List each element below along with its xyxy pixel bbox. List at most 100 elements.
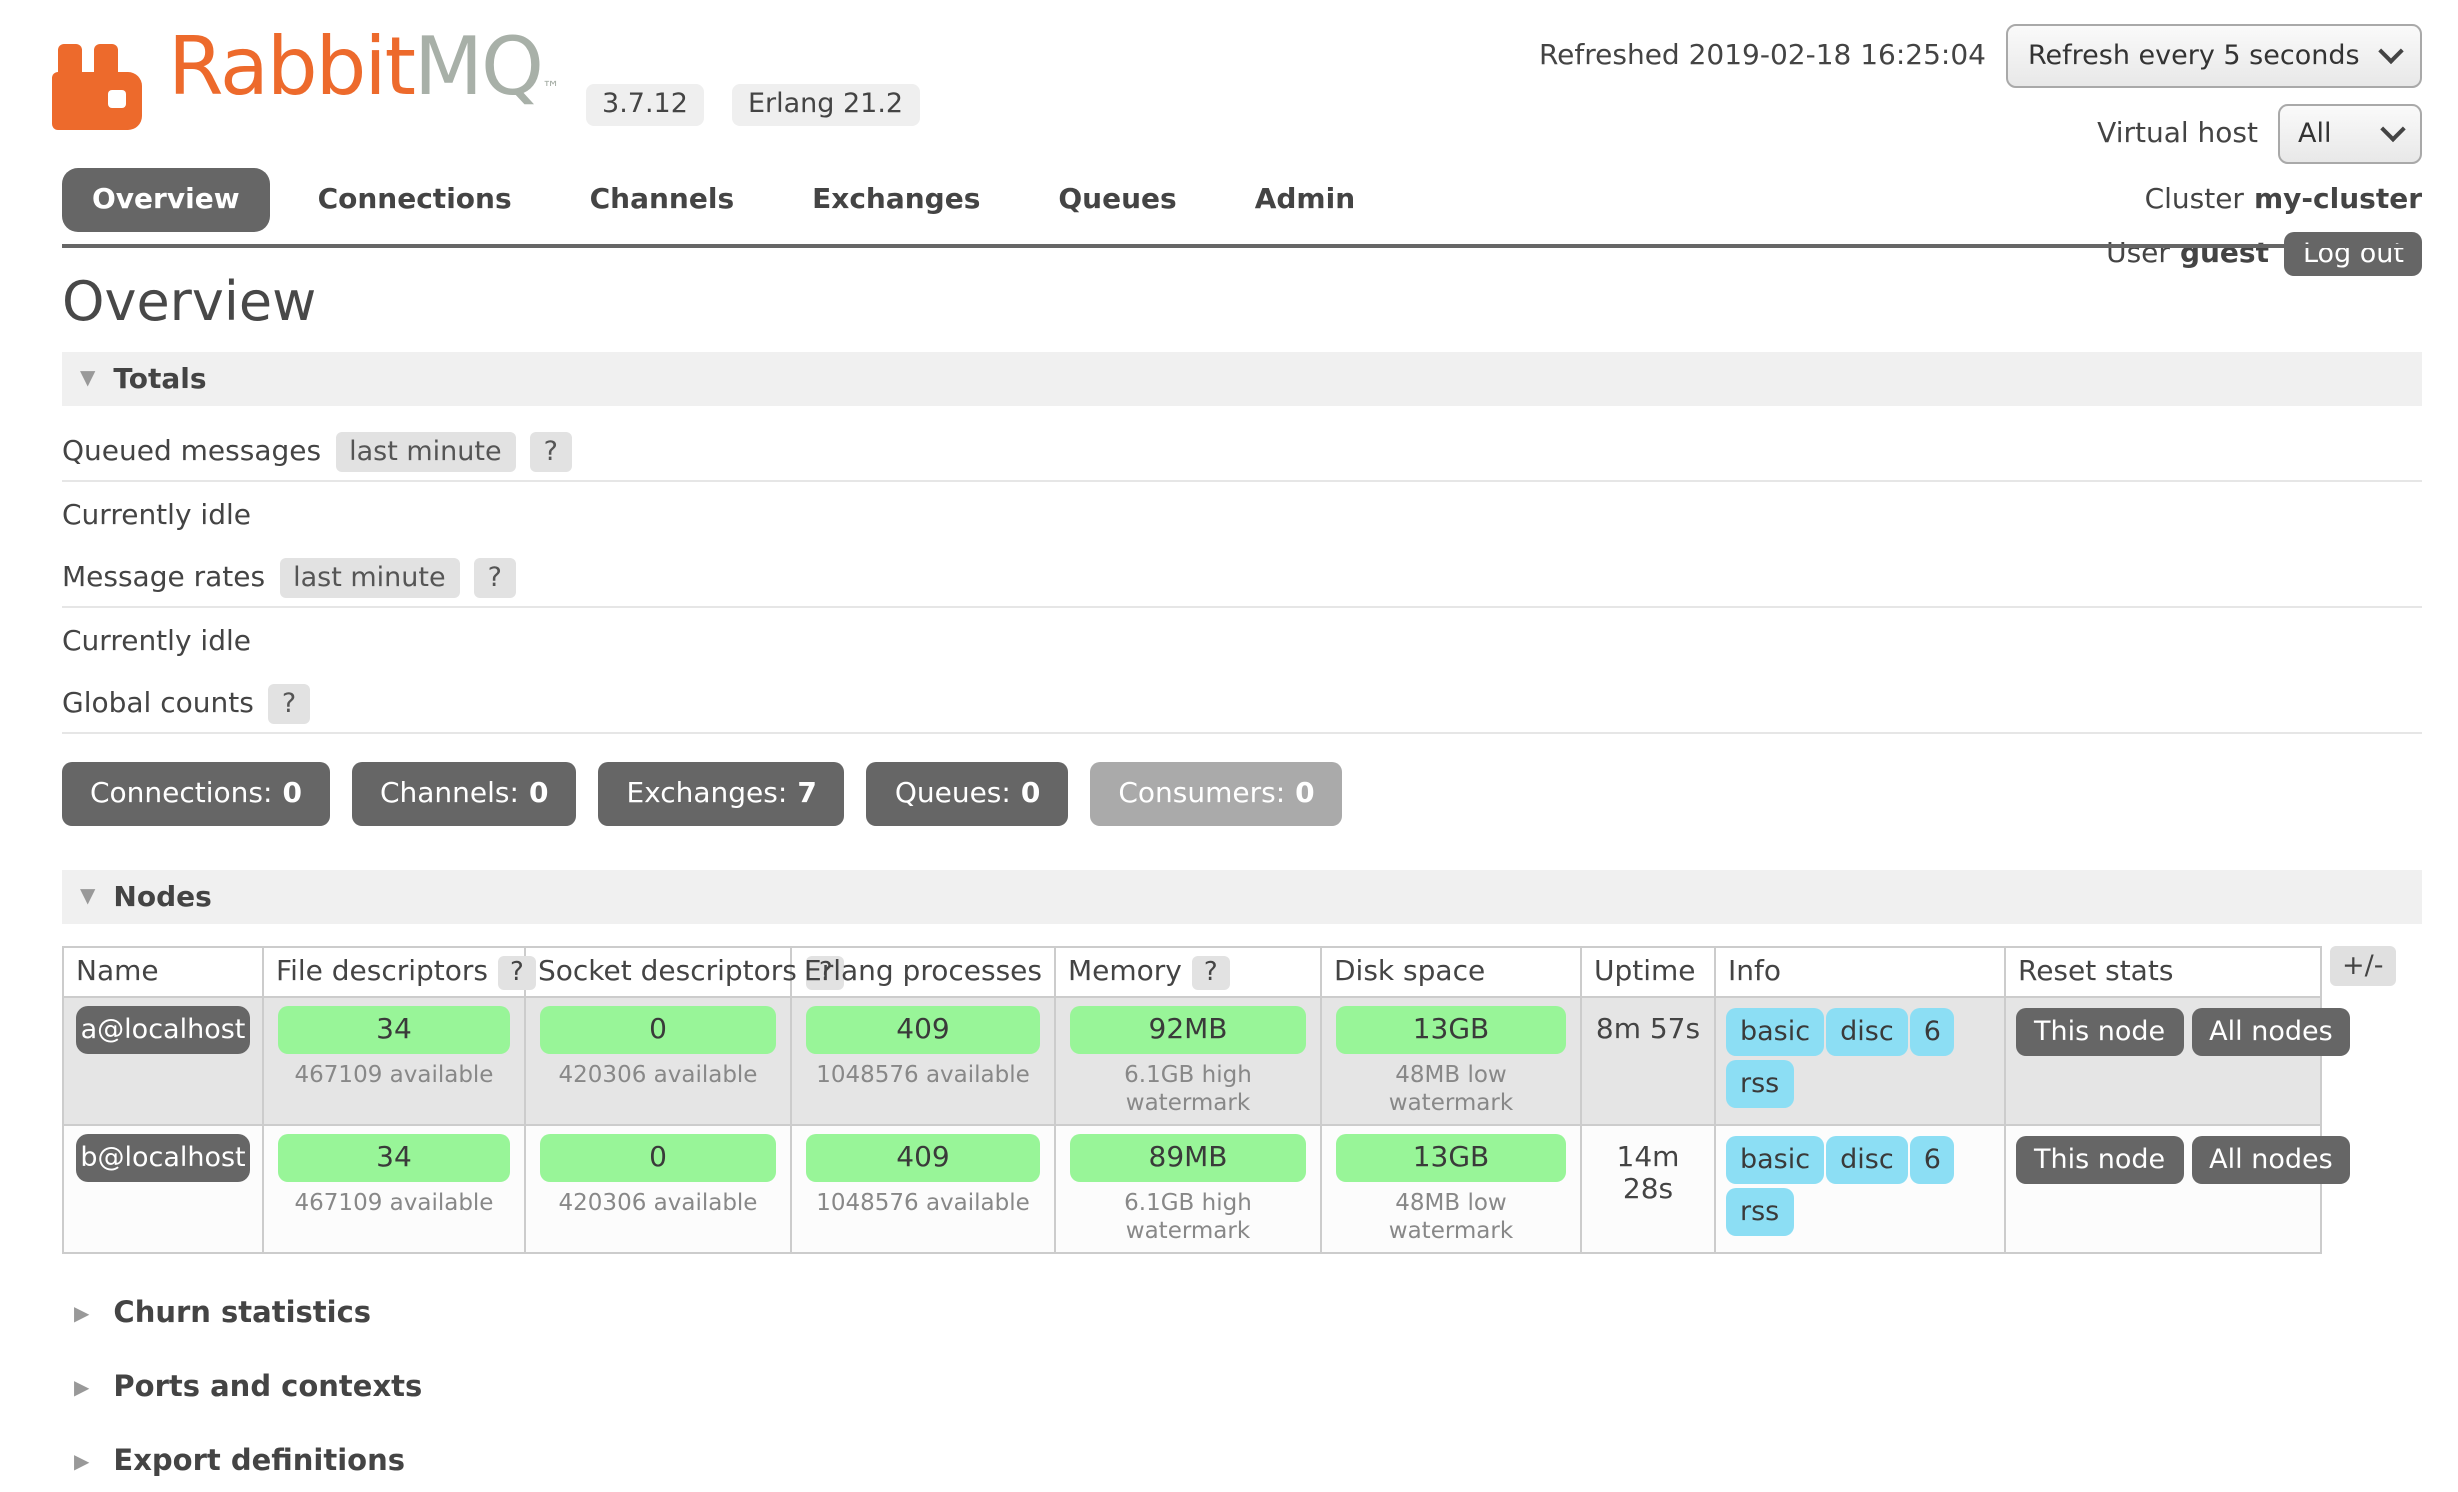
trademark-symbol: ™: [542, 80, 558, 100]
nodes-section-header[interactable]: ▼ Nodes: [62, 870, 2422, 924]
tab-admin[interactable]: Admin: [1225, 168, 1385, 232]
col-memory: Memory?: [1055, 947, 1321, 997]
sd-used-value: 0: [540, 1006, 776, 1054]
info-badge-disc: disc: [1826, 1136, 1908, 1184]
col-reset-stats: Reset stats: [2005, 947, 2321, 997]
column-toggle-button[interactable]: +/-: [2330, 946, 2395, 986]
tab-exchanges[interactable]: Exchanges: [782, 168, 1010, 232]
info-badge-cores: 6: [1910, 1136, 1955, 1184]
global-counts-help-icon[interactable]: ?: [268, 684, 310, 724]
info-badge-rss: rss: [1726, 1060, 1793, 1108]
nodes-table-header-row: Name File descriptors? Socket descriptor…: [63, 947, 2321, 997]
nodes-table-wrap: Name File descriptors? Socket descriptor…: [62, 946, 2422, 1254]
rabbitmq-logo[interactable]: RabbitMQ™ 3.7.12 Erlang 21.2: [52, 28, 919, 130]
rabbit-icon: [52, 44, 156, 130]
collapse-triangle-icon: ▼: [80, 369, 95, 389]
queued-messages-range-badge: last minute: [335, 432, 516, 472]
nav-divider: [62, 244, 2422, 248]
col-socket-descriptors: Socket descriptors?: [525, 947, 791, 997]
logo-text-mq: MQ: [414, 22, 542, 114]
sd-available-label: 420306 available: [536, 1056, 780, 1090]
nodes-section-title: Nodes: [113, 881, 211, 913]
disk-watermark-label: 48MB low watermark: [1332, 1056, 1570, 1118]
proc-used-value: 409: [806, 1006, 1040, 1054]
rabbitmq-management-page: RabbitMQ™ 3.7.12 Erlang 21.2 Refreshed 2…: [0, 0, 2458, 1492]
collapse-triangle-icon: ▼: [80, 887, 95, 907]
memory-help-icon[interactable]: ?: [1192, 956, 1230, 990]
tab-queues[interactable]: Queues: [1028, 168, 1206, 232]
main-nav: Overview Connections Channels Exchanges …: [62, 168, 1403, 232]
proc-available-label: 1048576 available: [802, 1056, 1044, 1090]
chevron-down-icon: [2378, 38, 2403, 63]
message-rates-range-badge: last minute: [279, 558, 460, 598]
col-disk-space: Disk space: [1321, 947, 1581, 997]
logo-text-rabbit: Rabbit: [168, 22, 414, 114]
connections-count-button[interactable]: Connections:0: [62, 762, 330, 826]
global-counts-row: Connections:0 Channels:0 Exchanges:7 Que…: [62, 762, 2422, 826]
node-name-link[interactable]: a@localhost: [76, 1006, 250, 1054]
totals-section-header[interactable]: ▼ Totals: [62, 352, 2422, 406]
reset-this-node-button[interactable]: This node: [2016, 1136, 2183, 1184]
virtual-host-label: Virtual host: [2097, 118, 2258, 150]
erlang-version-badge: Erlang 21.2: [732, 84, 919, 126]
memory-value: 92MB: [1070, 1006, 1306, 1054]
file-descriptors-help-icon[interactable]: ?: [498, 956, 536, 990]
queued-messages-status: Currently idle: [62, 482, 2422, 554]
memory-watermark-label: 6.1GB high watermark: [1066, 1184, 1310, 1246]
reset-this-node-button[interactable]: This node: [2016, 1008, 2183, 1056]
proc-available-label: 1048576 available: [802, 1184, 1044, 1218]
queued-messages-header: Queued messages last minute ?: [62, 428, 2422, 482]
message-rates-header: Message rates last minute ?: [62, 554, 2422, 608]
tab-connections[interactable]: Connections: [288, 168, 542, 232]
queued-messages-help-icon[interactable]: ?: [530, 432, 572, 472]
fd-used-value: 34: [278, 1134, 510, 1182]
nodes-table: Name File descriptors? Socket descriptor…: [62, 946, 2322, 1254]
tab-overview[interactable]: Overview: [62, 168, 270, 232]
logo-wordmark: RabbitMQ™: [168, 28, 558, 130]
info-badge-rss: rss: [1726, 1188, 1793, 1236]
export-definitions-section[interactable]: ▶ Export definitions: [62, 1446, 2422, 1480]
expand-triangle-icon: ▶: [74, 1379, 89, 1399]
uptime-value: 14m 28s: [1581, 1125, 1715, 1253]
col-name: Name: [63, 947, 263, 997]
col-file-descriptors: File descriptors?: [263, 947, 525, 997]
sd-available-label: 420306 available: [536, 1184, 780, 1218]
expand-triangle-icon: ▶: [74, 1453, 89, 1473]
reset-all-nodes-button[interactable]: All nodes: [2191, 1008, 2351, 1056]
uptime-value: 8m 57s: [1581, 997, 1715, 1125]
user-name: guest: [2180, 233, 2269, 275]
sd-used-value: 0: [540, 1134, 776, 1182]
node-name-link[interactable]: b@localhost: [76, 1134, 250, 1182]
refresh-interval-select[interactable]: Refresh every 5 seconds: [2006, 24, 2422, 88]
queues-count-button[interactable]: Queues:0: [867, 762, 1069, 826]
virtual-host-select[interactable]: All: [2278, 104, 2422, 164]
reset-all-nodes-button[interactable]: All nodes: [2191, 1136, 2351, 1184]
virtual-host-value: All: [2298, 118, 2332, 150]
disk-watermark-label: 48MB low watermark: [1332, 1184, 1570, 1246]
memory-value: 89MB: [1070, 1134, 1306, 1182]
info-badge-cores: 6: [1910, 1008, 1955, 1056]
proc-used-value: 409: [806, 1134, 1040, 1182]
queued-messages-label: Queued messages: [62, 436, 321, 468]
app-canvas: RabbitMQ™ 3.7.12 Erlang 21.2 Refreshed 2…: [0, 0, 2458, 1492]
exchanges-count-button[interactable]: Exchanges:7: [598, 762, 844, 826]
message-rates-help-icon[interactable]: ?: [474, 558, 516, 598]
user-label: User: [2106, 233, 2170, 275]
expand-triangle-icon: ▶: [74, 1305, 89, 1325]
cluster-label: Cluster: [2145, 180, 2244, 222]
info-badge-basic: basic: [1726, 1136, 1824, 1184]
channels-count-button[interactable]: Channels:0: [352, 762, 577, 826]
message-rates-label: Message rates: [62, 562, 265, 594]
logout-button[interactable]: Log out: [2285, 232, 2422, 276]
tab-channels[interactable]: Channels: [560, 168, 765, 232]
global-counts-label: Global counts: [62, 688, 254, 720]
fd-used-value: 34: [278, 1006, 510, 1054]
node-row-b: b@localhost 34467109 available 0420306 a…: [63, 1125, 2321, 1253]
consumers-count-badge: Consumers:0: [1090, 762, 1342, 826]
refresh-interval-value: Refresh every 5 seconds: [2028, 40, 2360, 72]
totals-section-title: Totals: [113, 363, 206, 395]
churn-statistics-section[interactable]: ▶ Churn statistics: [62, 1298, 2422, 1332]
ports-and-contexts-section[interactable]: ▶ Ports and contexts: [62, 1372, 2422, 1406]
disk-value: 13GB: [1336, 1134, 1566, 1182]
main-content: Overview ▼ Totals Queued messages last m…: [62, 272, 2422, 1492]
